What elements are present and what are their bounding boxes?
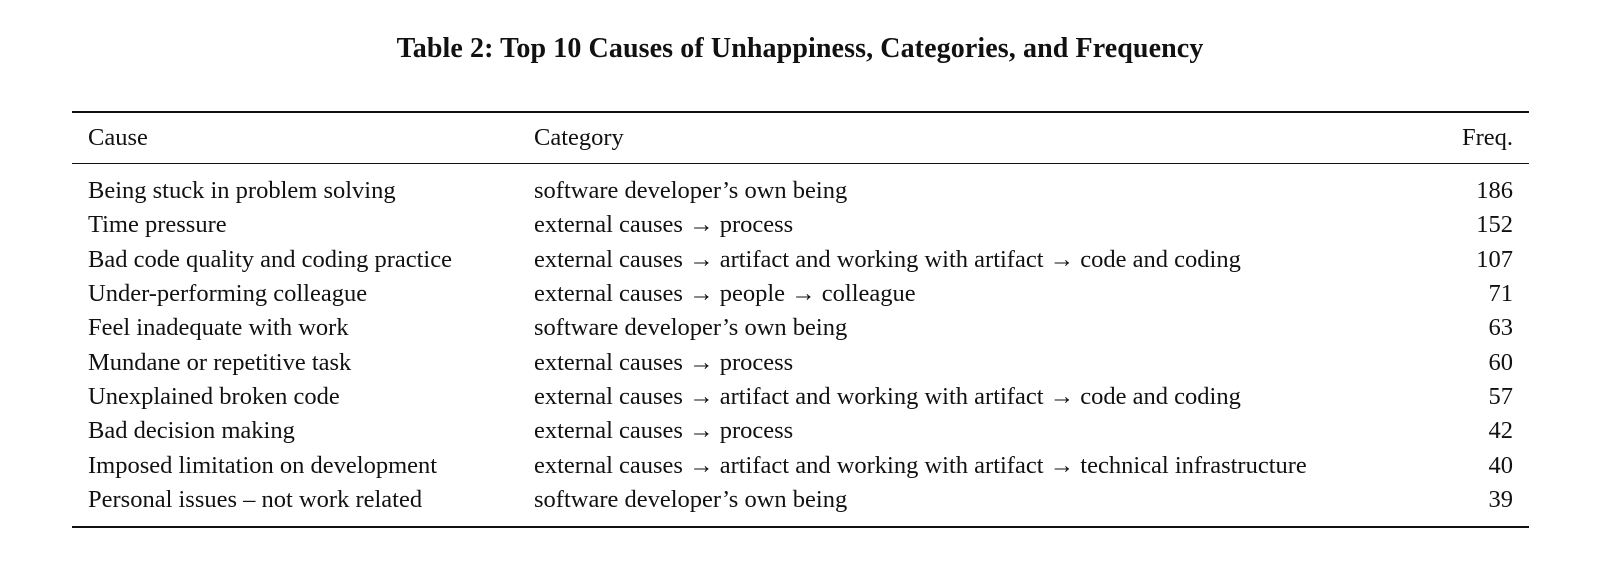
causes-table-container: Cause Category Freq. Being stuck in prob…	[72, 111, 1529, 528]
cell-cause: Personal issues – not work related	[88, 485, 423, 513]
cell-freq: 40	[1488, 451, 1514, 479]
cell-cause: Imposed limitation on development	[88, 451, 438, 479]
cell-category: external causes → process	[534, 417, 794, 445]
cell-category: software developer’s own being	[534, 314, 848, 342]
table-caption: Table 2: Top 10 Causes of Unhappiness, C…	[396, 33, 1204, 64]
cell-freq: 152	[1476, 211, 1513, 239]
cell-freq: 71	[1488, 280, 1514, 308]
table-row: Bad decision making external causes → pr…	[72, 414, 1529, 448]
table-row: Mundane or repetitive task external caus…	[72, 345, 1529, 379]
cell-category: external causes → artifact and working w…	[534, 382, 1241, 410]
header-category: Category	[534, 124, 624, 151]
header-cause: Cause	[88, 124, 148, 151]
causes-table: Cause Category Freq. Being stuck in prob…	[72, 111, 1529, 528]
table-row: Bad code quality and coding practice ext…	[72, 243, 1529, 277]
cell-freq: 39	[1488, 485, 1514, 513]
table-row: Time pressure external causes → process …	[72, 208, 1529, 242]
cell-freq: 107	[1476, 245, 1513, 273]
cell-category: external causes → process	[534, 211, 794, 239]
table-body: Being stuck in problem solving software …	[72, 164, 1529, 527]
cell-cause: Feel inadequate with work	[88, 314, 349, 342]
table-row: Imposed limitation on development extern…	[72, 448, 1529, 482]
table-row: Being stuck in problem solving software …	[72, 164, 1529, 209]
cell-category: external causes → process	[534, 348, 794, 376]
cell-category: software developer’s own being	[534, 177, 848, 205]
cell-cause: Bad decision making	[88, 417, 295, 445]
table-row: Under-performing colleague external caus…	[72, 277, 1529, 311]
cell-cause: Bad code quality and coding practice	[88, 245, 452, 273]
cell-freq: 63	[1488, 314, 1514, 342]
cell-cause: Unexplained broken code	[88, 382, 340, 410]
cell-cause: Being stuck in problem solving	[88, 177, 396, 205]
table-header: Cause Category Freq.	[72, 112, 1529, 164]
cell-category: external causes → people → colleague	[534, 280, 916, 308]
cell-freq: 186	[1476, 177, 1513, 205]
cell-cause: Mundane or repetitive task	[88, 348, 352, 376]
cell-freq: 60	[1488, 348, 1514, 376]
cell-category: external causes → artifact and working w…	[534, 451, 1307, 479]
header-row: Cause Category Freq.	[72, 112, 1529, 164]
table-row: Personal issues – not work related softw…	[72, 483, 1529, 527]
cell-cause: Time pressure	[88, 211, 227, 239]
cell-category: external causes → artifact and working w…	[534, 245, 1241, 273]
cell-category: software developer’s own being	[534, 485, 848, 513]
cell-freq: 57	[1488, 382, 1514, 410]
table-row: Unexplained broken code external causes …	[72, 380, 1529, 414]
cell-freq: 42	[1488, 417, 1514, 445]
cell-cause: Under-performing colleague	[88, 280, 368, 308]
header-freq: Freq.	[1461, 124, 1513, 151]
table-row: Feel inadequate with work software devel…	[72, 311, 1529, 345]
